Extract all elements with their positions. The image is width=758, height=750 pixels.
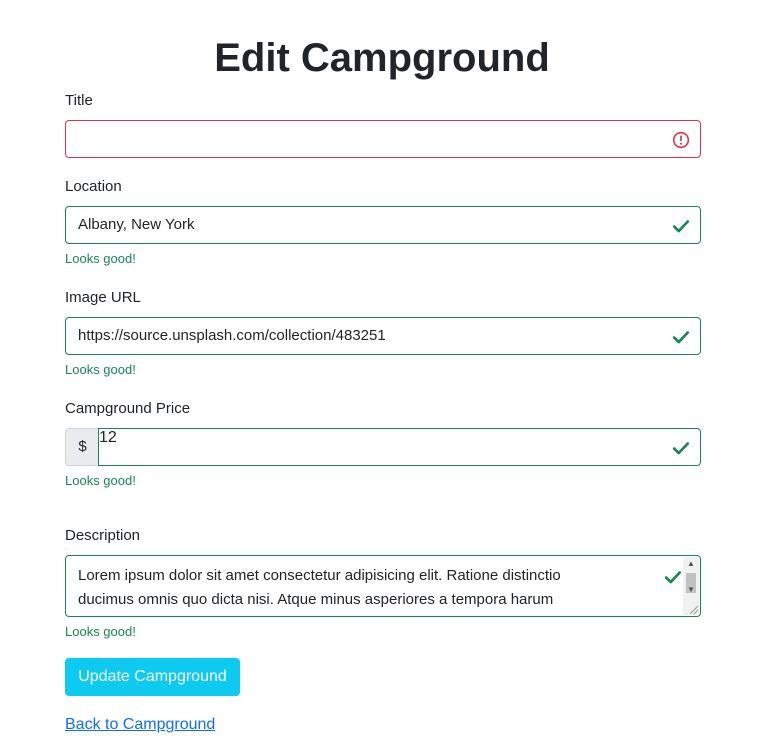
price-input-value: 12	[99, 429, 117, 446]
edit-campground-page: Edit Campground Title Location Albany, N…	[0, 0, 758, 750]
description-line: Lorem ipsum dolor sit amet consectetur a…	[78, 567, 561, 584]
description-line: ducimus omnis quo dicta nisi. Atque minu…	[78, 591, 554, 608]
location-feedback: Looks good!	[65, 251, 136, 266]
resize-handle-icon[interactable]	[687, 603, 699, 615]
scroll-down-arrow-icon[interactable]: ▼	[683, 583, 699, 597]
check-icon	[672, 442, 690, 455]
price-feedback: Looks good!	[65, 473, 136, 488]
update-campground-button[interactable]: Update Campground	[65, 658, 240, 696]
description-feedback: Looks good!	[65, 624, 136, 639]
price-input[interactable]: 12	[98, 428, 701, 466]
description-label: Description	[65, 527, 141, 544]
check-icon	[672, 331, 690, 344]
location-label: Location	[65, 178, 122, 195]
exclamation-circle-icon	[672, 131, 690, 149]
image-url-input[interactable]: https://source.unsplash.com/collection/4…	[65, 317, 701, 355]
location-input-value: Albany, New York	[78, 216, 195, 233]
check-icon	[672, 220, 690, 233]
description-text: Lorem ipsum dolor sit amet consectetur a…	[78, 564, 658, 612]
scroll-up-arrow-icon[interactable]: ▲	[683, 557, 699, 571]
page-title: Edit Campground	[214, 36, 550, 80]
title-label: Title	[65, 92, 93, 109]
check-icon	[664, 571, 682, 584]
description-textarea[interactable]: Lorem ipsum dolor sit amet consectetur a…	[65, 555, 701, 617]
image-url-label: Image URL	[65, 289, 141, 306]
image-url-input-value: https://source.unsplash.com/collection/4…	[78, 327, 386, 344]
price-label: Campground Price	[65, 400, 191, 417]
price-input-group: $ 12	[65, 428, 701, 466]
currency-addon: $	[65, 428, 99, 466]
back-to-campground-link[interactable]: Back to Campground	[65, 714, 215, 736]
image-url-feedback: Looks good!	[65, 362, 136, 377]
title-input[interactable]	[65, 120, 701, 158]
location-input[interactable]: Albany, New York	[65, 206, 701, 244]
